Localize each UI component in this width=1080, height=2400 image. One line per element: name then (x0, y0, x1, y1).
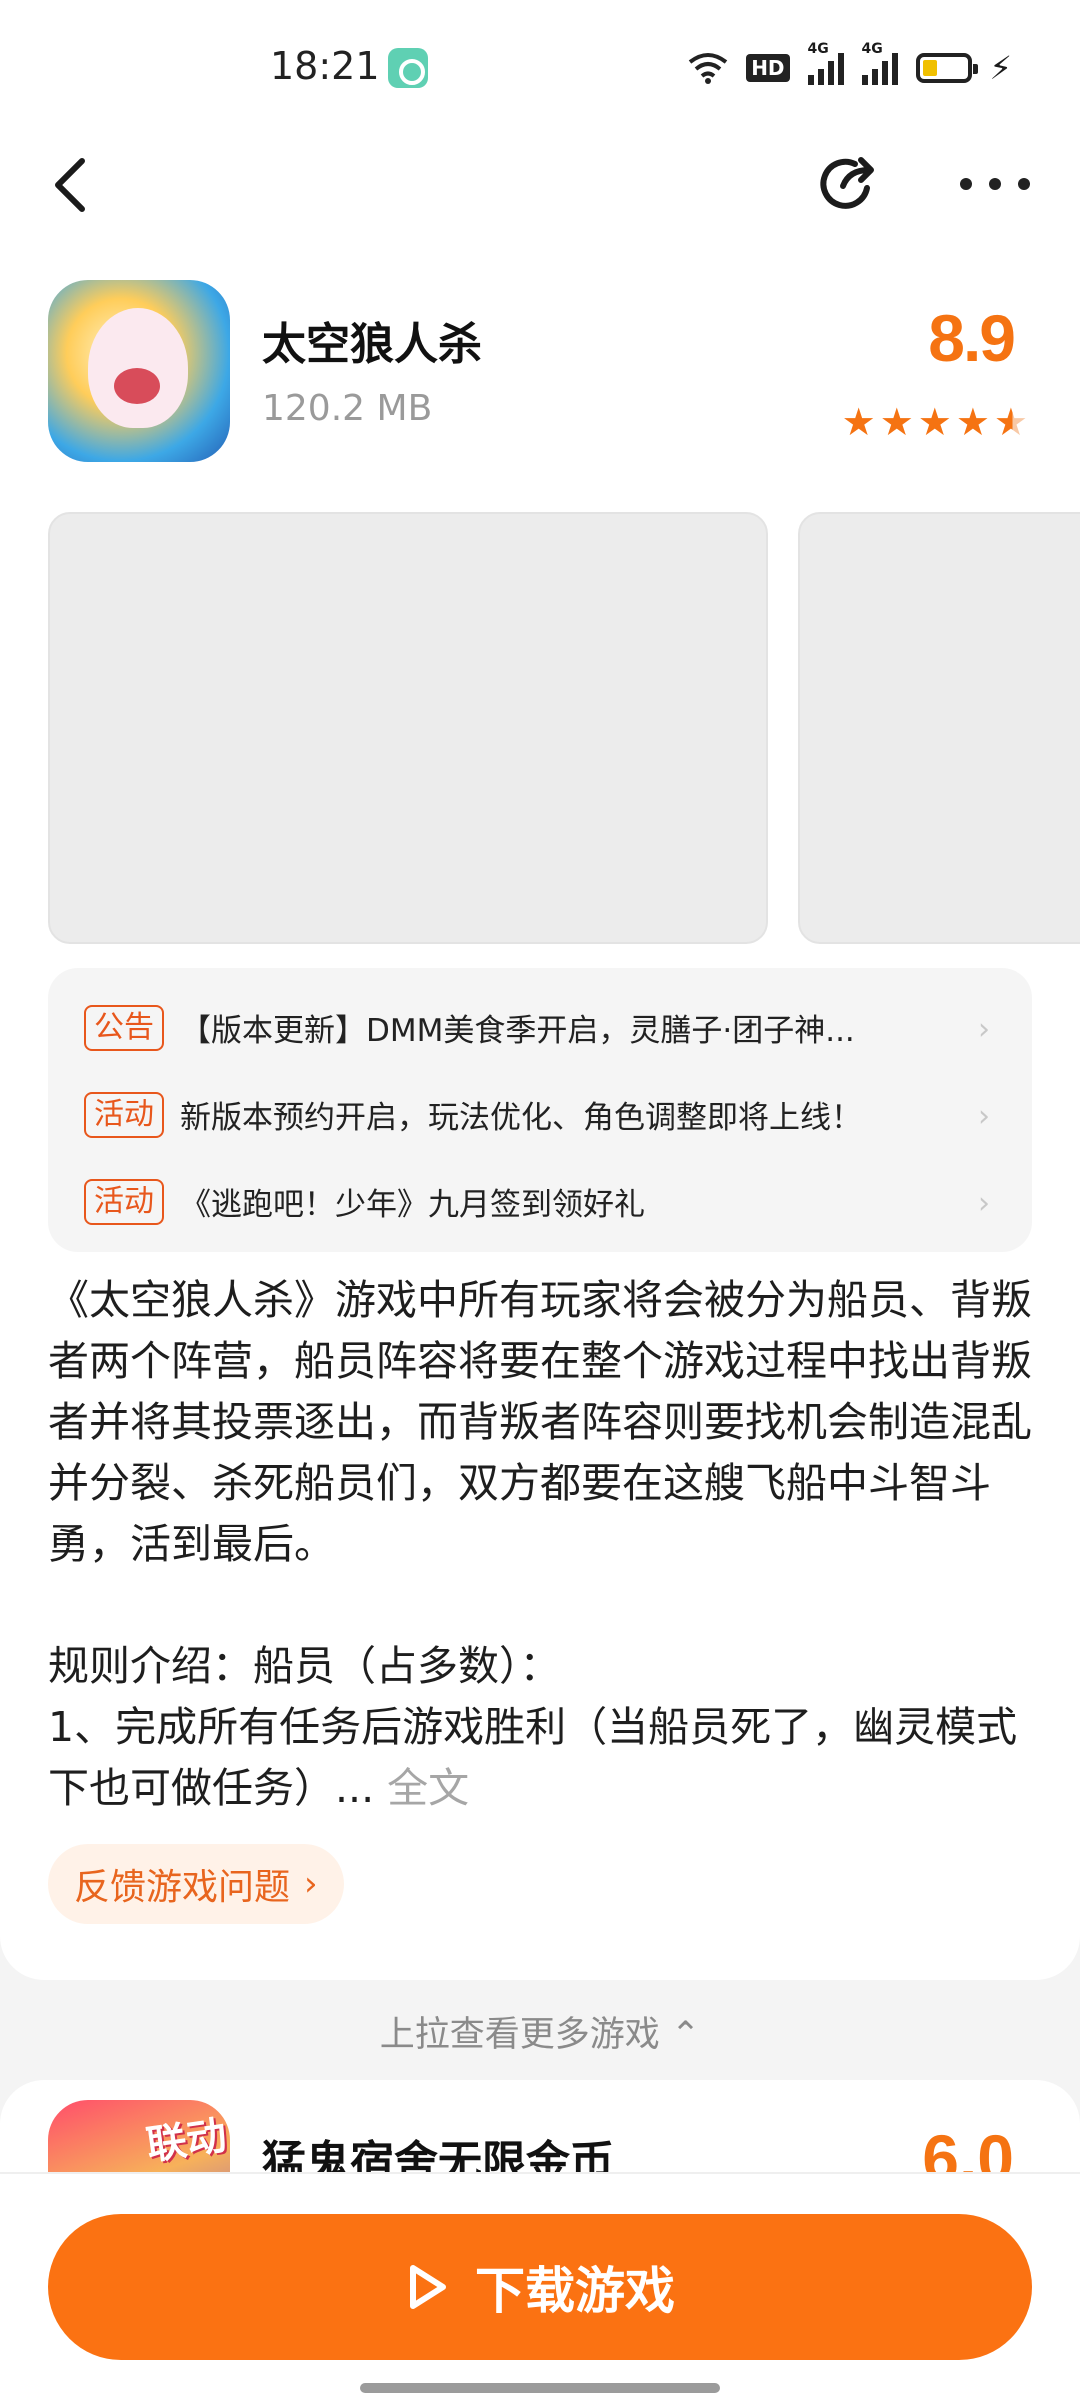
download-button[interactable]: 下载游戏 (48, 2214, 1032, 2360)
description-paragraph: 《太空狼人杀》游戏中所有玩家将会被分为船员、背叛者两个阵营，船员阵容将要在整个游… (48, 1276, 1032, 1568)
signal-icon: 4G (807, 41, 844, 85)
battery-icon (915, 53, 978, 83)
share-button[interactable] (815, 150, 885, 220)
bottom-action-bar: 下载游戏 (0, 2172, 1080, 2400)
star-icon: ★ (879, 400, 914, 444)
game-detail-card: 太空狼人杀 120.2 MB 8.9 ★ ★ ★ ★ ★ 公告 【版本更新】DM… (0, 260, 1080, 1980)
status-icons: HD 4G 4G ⚡ (688, 41, 1012, 90)
chevron-right-icon: › (304, 1864, 318, 1904)
game-size: 120.2 MB (262, 388, 433, 429)
signal-icon: 4G (861, 41, 898, 85)
notice-item[interactable]: 活动 《逃跑吧！少年》九月签到领好礼 › (84, 1158, 996, 1245)
chevron-right-icon: › (978, 1186, 990, 1221)
game-rating: 8.9 (928, 301, 1016, 375)
notice-item[interactable]: 活动 新版本预约开启，玩法优化、角色调整即将上线！ › (84, 1071, 996, 1158)
wifi-icon (688, 53, 728, 84)
pull-up-hint[interactable]: 上拉查看更多游戏 ⌃ (0, 2006, 1080, 2057)
rules-item-text: 1、完成所有任务后游戏胜利（当船员死了，幽灵模式下也可做任务）... (48, 1703, 1018, 1812)
game-icon (48, 280, 230, 462)
status-time: 18:21 (270, 44, 380, 88)
status-bar: 18:21 HD 4G 4G ⚡ (0, 0, 1080, 130)
back-button[interactable] (40, 150, 100, 220)
rules-title: 规则介绍：船员（占多数）： (48, 1642, 561, 1690)
notice-tag: 活动 (84, 1178, 164, 1225)
download-label: 下载游戏 (475, 2262, 675, 2320)
feedback-label: 反馈游戏问题 (74, 1867, 291, 1908)
network-type-label: 4G (807, 41, 829, 57)
game-description: 《太空狼人杀》游戏中所有玩家将会被分为船员、背叛者两个阵营，船员阵容将要在整个游… (48, 1270, 1038, 1819)
chevron-right-icon: › (978, 1012, 990, 1047)
notice-tag: 活动 (84, 1091, 164, 1138)
hd-icon: HD (746, 54, 790, 82)
screenshot-placeholder[interactable] (798, 512, 1080, 944)
screenshot-placeholder[interactable] (48, 512, 768, 944)
star-icon: ★ (955, 400, 990, 444)
rating-stars: ★ ★ ★ ★ ★ (842, 400, 1028, 444)
more-button[interactable] (960, 172, 1030, 196)
game-title: 太空狼人杀 (262, 319, 482, 370)
notice-text: 新版本预约开启，玩法优化、角色调整即将上线！ (180, 1100, 862, 1136)
network-type-label: 4G (861, 41, 883, 57)
read-more-link[interactable]: 全文 (387, 1764, 469, 1812)
home-indicator[interactable] (360, 2383, 720, 2393)
back-icon (55, 158, 85, 212)
notice-text: 《逃跑吧！少年》九月签到领好礼 (180, 1187, 645, 1223)
half-star-icon: ★ (993, 400, 1028, 444)
notice-text: 【版本更新】DMM美食季开启，灵膳子·团子神... (180, 1013, 855, 1049)
notice-list: 公告 【版本更新】DMM美食季开启，灵膳子·团子神... › 活动 新版本预约开… (48, 968, 1032, 1252)
notice-item[interactable]: 公告 【版本更新】DMM美食季开启，灵膳子·团子神... › (84, 984, 996, 1071)
play-icon (410, 2265, 446, 2309)
notice-tag: 公告 (84, 1004, 164, 1051)
charging-icon: ⚡ (989, 49, 1012, 87)
more-icon (960, 178, 972, 190)
top-nav-bar (0, 130, 1080, 260)
share-icon (820, 157, 874, 209)
screenshot-carousel[interactable] (48, 512, 1080, 944)
star-icon: ★ (841, 400, 876, 444)
app-notification-icon (388, 48, 428, 88)
feedback-button[interactable]: 反馈游戏问题 › (48, 1844, 344, 1924)
collab-badge: 联动 (143, 2112, 230, 2170)
chevron-right-icon: › (978, 1099, 990, 1134)
star-icon: ★ (917, 400, 952, 444)
rules-item: 1、完成所有任务后游戏胜利（当船员死了，幽灵模式下也可做任务）... 全文 (48, 1697, 1038, 1819)
